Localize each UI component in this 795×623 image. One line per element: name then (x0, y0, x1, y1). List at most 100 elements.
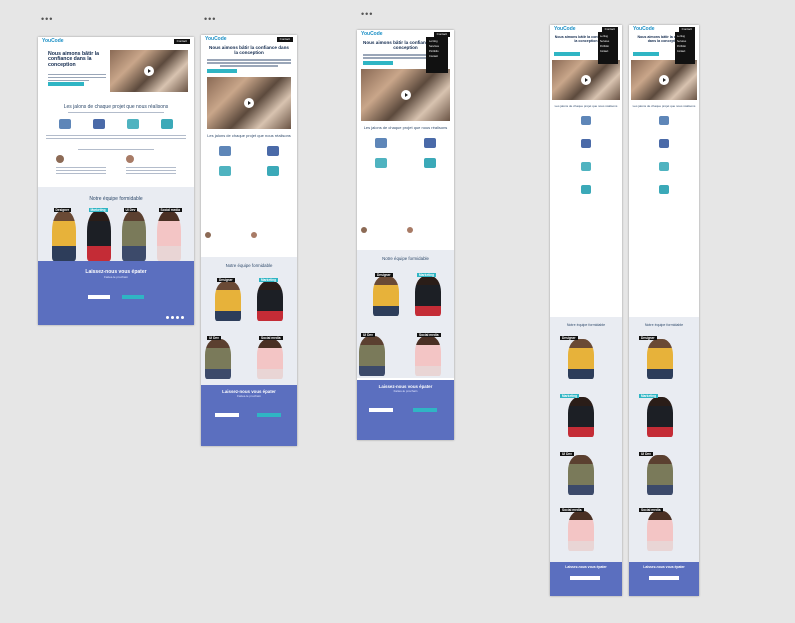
team-title: Notre équipe formidable (644, 323, 684, 327)
milestone-icon (59, 119, 71, 129)
site-logo[interactable]: YouCode (554, 26, 576, 32)
play-icon[interactable] (244, 97, 254, 108)
social-icon[interactable] (166, 316, 169, 319)
hero-video[interactable] (207, 76, 291, 129)
play-icon[interactable] (581, 74, 591, 85)
team-member[interactable]: UI Dev (560, 452, 594, 495)
hero-video[interactable] (631, 59, 697, 100)
team-member[interactable]: Designer (639, 336, 673, 379)
milestone-icon (581, 115, 591, 125)
hero-video[interactable] (552, 59, 620, 100)
menu-item[interactable]: Contact (426, 54, 448, 59)
hero-video[interactable] (361, 68, 450, 121)
hero-cta-button[interactable] (554, 51, 580, 56)
footer-button[interactable] (413, 408, 437, 412)
footer-button[interactable] (369, 408, 393, 412)
hero-video[interactable] (110, 50, 188, 92)
milestone-icon (267, 165, 279, 176)
team-member[interactable]: Social media (639, 508, 673, 551)
footer: Laissez-nous vous épater Faites-le proch… (357, 380, 454, 440)
team-member[interactable]: UI Dev (359, 333, 385, 376)
site-logo[interactable]: YouCode (633, 26, 655, 32)
footer-button[interactable] (215, 413, 239, 417)
team-member[interactable]: Designer (51, 208, 76, 261)
milestone-icon (659, 161, 669, 171)
site-logo[interactable]: YouCode (361, 31, 383, 37)
footer-button[interactable] (122, 295, 144, 299)
team-section: Notre équipe formidable Designer Marketi… (629, 317, 699, 562)
footer-title: Laissez-nous vous épater (85, 269, 147, 275)
team-member[interactable]: Designer (560, 336, 594, 379)
team-member[interactable]: UI Dev (205, 336, 231, 379)
team-member[interactable]: Social media (257, 336, 283, 379)
team-member[interactable]: Designer (373, 273, 399, 316)
team-member[interactable]: UI Dev (121, 208, 146, 261)
hero-cta-button[interactable] (207, 68, 237, 73)
artboard-desktop[interactable]: YouCode Contact Nous aimons bâtir la con… (38, 37, 194, 325)
team-section: Notre équipe formidable Designer Marketi… (38, 187, 194, 261)
frame-options-icon[interactable]: ••• (361, 10, 373, 19)
site-nav: YouCode Contact (38, 37, 194, 46)
footer-button[interactable] (570, 576, 600, 580)
footer-button[interactable] (257, 413, 281, 417)
frame-options-icon[interactable]: ••• (41, 15, 53, 24)
milestone-icon (659, 115, 669, 125)
social-icon[interactable] (176, 316, 179, 319)
artboard-tablet[interactable]: YouCode Contact Nous aimons bâtir la conf… (201, 35, 297, 446)
team-section: Notre équipe formidable Designer Marketi… (357, 250, 454, 378)
team-member[interactable]: Marketing (415, 273, 441, 316)
team-member[interactable]: Social media (560, 508, 594, 551)
team-section: Notre équipe formidable Designer Marketi… (201, 257, 297, 385)
artboard-tablet-menu[interactable]: YouCode Contact Le blog Services Portfoli… (357, 30, 454, 440)
play-icon[interactable] (659, 74, 669, 85)
footer-subtitle: Faites-le prochain (237, 394, 261, 398)
team-member[interactable]: Designer (215, 278, 241, 321)
menu-item[interactable]: Contact (675, 49, 695, 54)
team-member[interactable]: Marketing (257, 278, 283, 321)
play-icon[interactable] (144, 66, 154, 76)
milestone-icon (581, 184, 591, 194)
team-member[interactable]: Marketing (639, 394, 673, 437)
artboard-mobile[interactable]: YouCode Contact Le blog Services Portfoli… (550, 25, 622, 596)
team-member[interactable]: Social media (415, 333, 441, 376)
site-logo[interactable]: YouCode (205, 36, 227, 42)
team-member[interactable]: Marketing (86, 208, 111, 261)
dropdown-menu: Le blog Services Portfolio Contact (598, 32, 618, 64)
artboard-mobile-menu[interactable]: YouCode Contact Le blog Services Portfoli… (629, 25, 699, 596)
milestone-icon (659, 138, 669, 148)
team-title: Notre équipe formidable (225, 263, 273, 268)
team-title: Notre équipe formidable (382, 256, 429, 261)
nav-contact-button[interactable]: Contact (173, 39, 190, 44)
milestone-icon (93, 119, 105, 129)
team-member[interactable]: UI Dev (639, 452, 673, 495)
milestone-icon (659, 184, 669, 194)
social-icon[interactable] (181, 316, 184, 319)
social-icon[interactable] (171, 316, 174, 319)
section-title: Les jalons de chaque projet que nous réa… (632, 103, 696, 108)
menu-item[interactable]: Contact (598, 49, 618, 54)
hero-cta-button[interactable] (48, 82, 84, 86)
milestone-icon (423, 157, 436, 168)
milestone-icon (219, 145, 231, 156)
milestone-icons (48, 119, 184, 129)
section-title: Les jalons de chaque projet que nous réa… (363, 124, 448, 130)
team-member[interactable]: Marketing (560, 394, 594, 437)
hero-cta-button[interactable] (633, 51, 659, 56)
milestone-icon (267, 145, 279, 156)
footer: Laissez-nous vous épater (629, 562, 699, 596)
play-icon[interactable] (400, 89, 411, 100)
milestone-icon (127, 119, 139, 129)
milestone-icon (161, 119, 173, 129)
hero-cta-button[interactable] (363, 60, 393, 65)
site-logo[interactable]: YouCode (42, 38, 64, 44)
footer-title: Laissez-nous vous épater (378, 384, 433, 389)
nav-menu-button[interactable]: Contact (276, 37, 293, 42)
frame-options-icon[interactable]: ••• (204, 15, 216, 24)
milestone-icon (375, 137, 388, 148)
footer-button[interactable] (649, 576, 679, 580)
footer-button[interactable] (88, 295, 110, 299)
dropdown-menu: Le blog Services Portfolio Contact (675, 32, 695, 64)
team-section: Notre équipe formidable Designer Marketi… (550, 317, 622, 562)
footer-subtitle: Faites-le prochain (104, 275, 128, 279)
team-member[interactable]: Social media (156, 208, 182, 261)
